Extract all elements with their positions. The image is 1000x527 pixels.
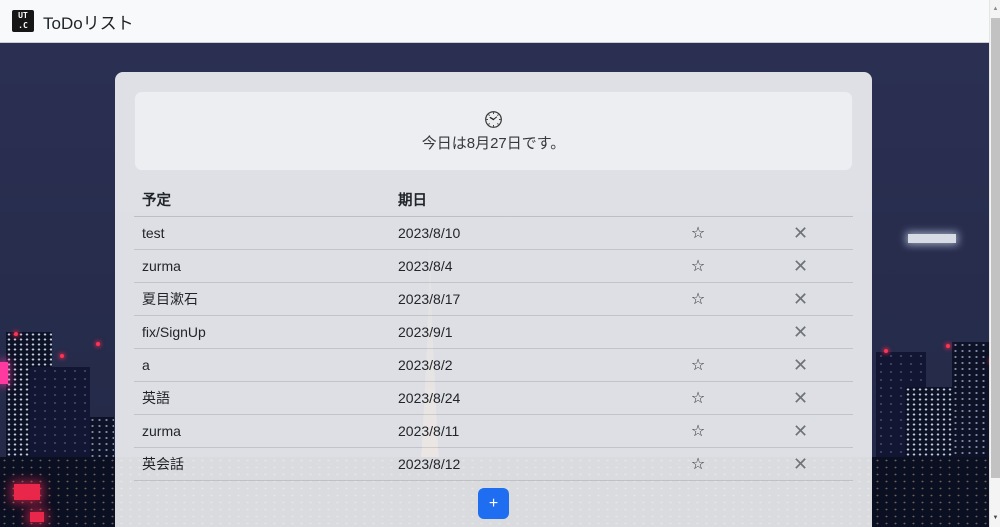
table-row: a 2023/8/2 ☆ ✕ [134, 349, 853, 382]
todo-card: 今日は8月27日です。 予定 期日 test 2023/8/10 ☆ ✕ zur… [115, 72, 872, 527]
today-notice-box: 今日は8月27日です。 [134, 91, 853, 171]
todo-due-date: 2023/8/12 [398, 456, 648, 472]
star-icon[interactable]: ☆ [691, 423, 705, 440]
lit-rooftop [908, 234, 956, 243]
neon-sign [0, 362, 8, 384]
red-light [60, 354, 64, 358]
todo-table-header: 予定 期日 [134, 183, 853, 217]
table-row: fix/SignUp 2023/9/1 ✕ [134, 316, 853, 349]
delete-icon[interactable]: ✕ [793, 454, 808, 474]
red-light [884, 349, 888, 353]
todo-due-date: 2023/8/24 [398, 390, 648, 406]
app-navbar: UT .C ToDoリスト [0, 0, 1000, 43]
todo-due-date: 2023/9/1 [398, 324, 648, 340]
todo-due-date: 2023/8/10 [398, 225, 648, 241]
todo-table-body: test 2023/8/10 ☆ ✕ zurma 2023/8/4 ☆ ✕ 夏目… [134, 217, 853, 481]
table-row: 英語 2023/8/24 ☆ ✕ [134, 382, 853, 415]
red-light [14, 332, 18, 336]
todo-table: 予定 期日 test 2023/8/10 ☆ ✕ zurma 2023/8/4 … [134, 183, 853, 481]
todo-title: 英語 [134, 388, 398, 408]
todo-due-date: 2023/8/17 [398, 291, 648, 307]
red-light [946, 344, 950, 348]
star-icon[interactable]: ☆ [691, 390, 705, 407]
todo-title: fix/SignUp [134, 324, 398, 340]
delete-icon[interactable]: ✕ [793, 421, 808, 441]
star-icon[interactable]: ☆ [691, 225, 705, 242]
todo-title: test [134, 225, 398, 241]
delete-icon[interactable]: ✕ [793, 322, 808, 342]
table-row: zurma 2023/8/11 ☆ ✕ [134, 415, 853, 448]
app-logo-text-bottom: .C [18, 21, 28, 31]
delete-icon[interactable]: ✕ [793, 289, 808, 309]
star-icon[interactable]: ☆ [691, 258, 705, 275]
scroll-up-arrow-icon[interactable]: ▲ [990, 2, 1000, 16]
neon-sign [30, 512, 44, 522]
clock-icon [484, 110, 503, 129]
star-icon[interactable]: ☆ [691, 291, 705, 308]
todo-title: 夏目漱石 [134, 289, 398, 309]
vertical-scrollbar[interactable]: ▲ ▼ [989, 0, 1000, 527]
table-row: 英会話 2023/8/12 ☆ ✕ [134, 448, 853, 481]
delete-icon[interactable]: ✕ [793, 223, 808, 243]
today-message: 今日は8月27日です。 [422, 132, 566, 153]
star-icon[interactable]: ☆ [691, 357, 705, 374]
app-title: ToDoリスト [43, 9, 134, 34]
table-row: zurma 2023/8/4 ☆ ✕ [134, 250, 853, 283]
red-light [96, 342, 100, 346]
todo-due-date: 2023/8/2 [398, 357, 648, 373]
delete-icon[interactable]: ✕ [793, 388, 808, 408]
neon-sign [14, 484, 40, 500]
table-row: 夏目漱石 2023/8/17 ☆ ✕ [134, 283, 853, 316]
todo-title: 英会話 [134, 454, 398, 474]
scroll-down-arrow-icon[interactable]: ▼ [990, 511, 1000, 525]
app-logo-text-top: UT [18, 11, 28, 21]
star-icon[interactable]: ☆ [691, 456, 705, 473]
todo-due-date: 2023/8/11 [398, 423, 648, 439]
delete-icon[interactable]: ✕ [793, 256, 808, 276]
add-todo-button[interactable]: + [478, 488, 509, 519]
todo-due-date: 2023/8/4 [398, 258, 648, 274]
todo-title: a [134, 357, 398, 373]
column-header-due: 期日 [398, 189, 648, 210]
scrollbar-thumb[interactable] [991, 18, 1000, 478]
app-logo: UT .C [12, 10, 34, 32]
table-row: test 2023/8/10 ☆ ✕ [134, 217, 853, 250]
delete-icon[interactable]: ✕ [793, 355, 808, 375]
todo-title: zurma [134, 258, 398, 274]
column-header-plan: 予定 [134, 189, 398, 210]
todo-title: zurma [134, 423, 398, 439]
